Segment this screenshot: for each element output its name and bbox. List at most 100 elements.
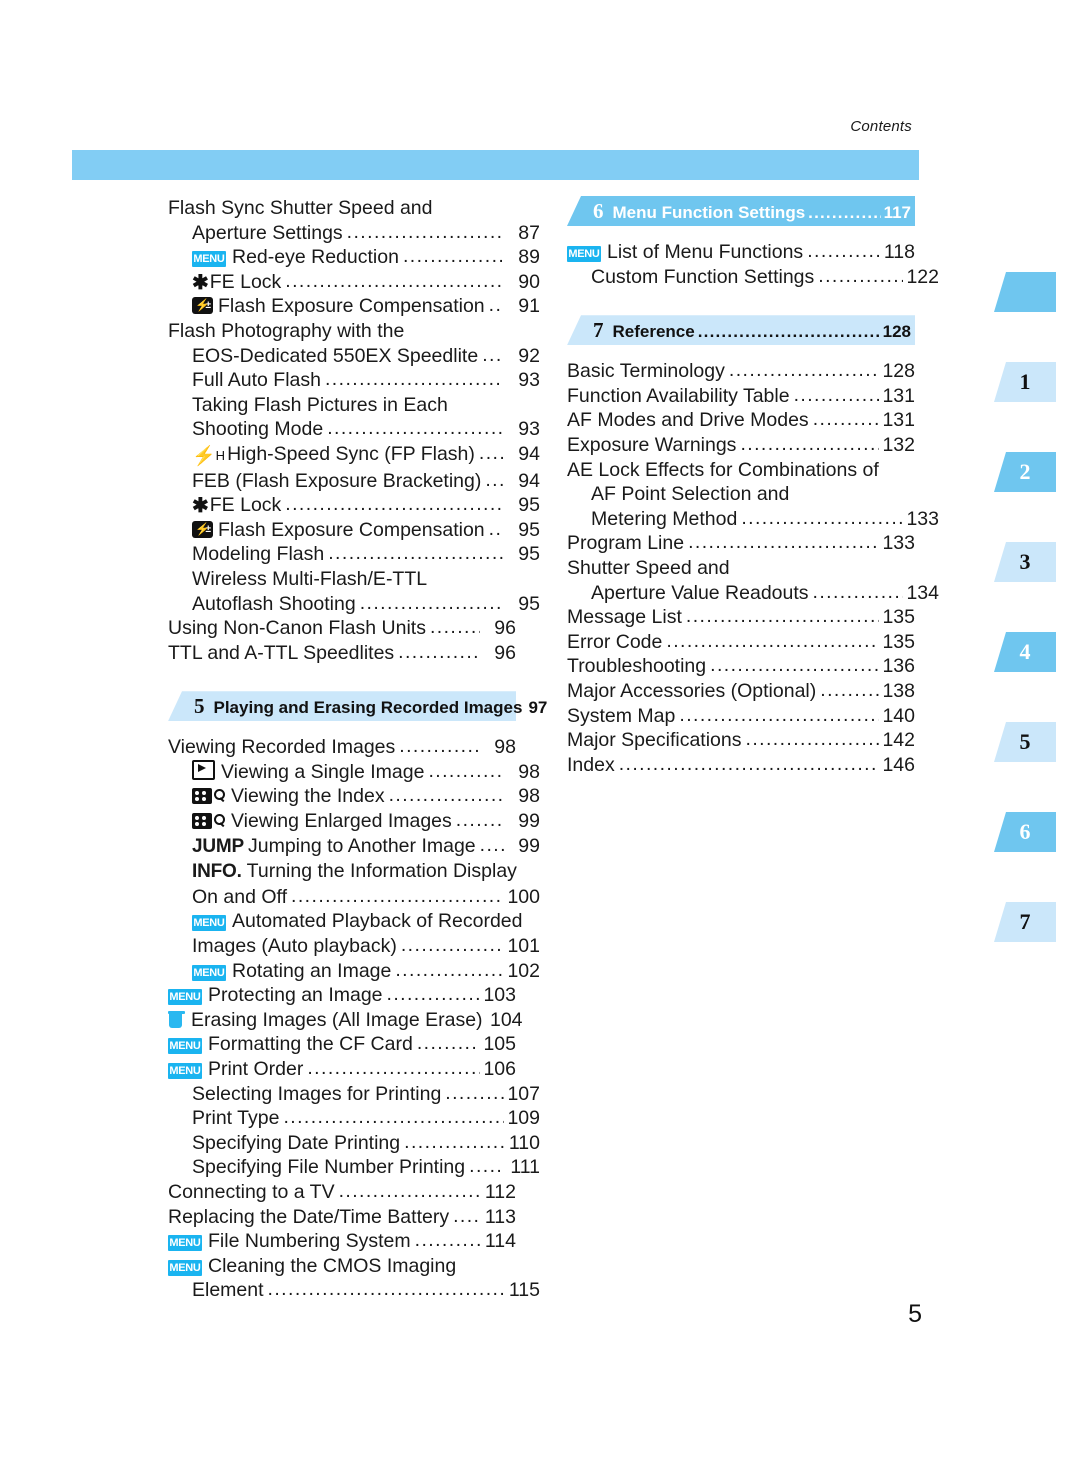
toc-entry[interactable]: Replacing the Date/Time Battery.........… <box>168 1205 516 1230</box>
thumb-tab-3[interactable]: 3 <box>994 542 1056 582</box>
toc-entry[interactable]: Selecting Images for Printing...........… <box>168 1082 540 1107</box>
menu-icon: MENU <box>567 246 601 262</box>
toc-entry[interactable]: MENU Formatting the CF Card..............… <box>168 1032 516 1057</box>
leader-dots: ........................................… <box>812 408 879 431</box>
toc-entry[interactable]: MENU Cleaning the CMOS Imaging <box>168 1254 516 1279</box>
toc-entry[interactable]: Program Line............................… <box>567 531 915 556</box>
toc-entry-label: MENU Automated Playback of Recorded <box>192 909 540 934</box>
toc-entry[interactable]: Modeling Flash..........................… <box>168 542 540 567</box>
toc-entry[interactable]: MENU Automated Playback of Recorded <box>168 909 540 934</box>
toc-entry[interactable]: Full Auto Flash.........................… <box>168 368 540 393</box>
toc-entry[interactable]: INFO. Turning the Information Display <box>168 859 540 885</box>
leader-dots: ........................................… <box>399 735 480 758</box>
thumb-tab-7[interactable]: 7 <box>994 902 1056 942</box>
leader-dots: ........................................… <box>478 441 504 464</box>
toc-entry[interactable]: Basic Terminology.......................… <box>567 359 915 384</box>
toc-entry[interactable]: Viewing Enlarged Images.................… <box>168 809 540 834</box>
toc-entry[interactable]: Connecting to a TV......................… <box>168 1180 516 1205</box>
toc-entry-text: Selecting Images for Printing <box>192 1082 442 1105</box>
toc-entry[interactable]: MENU Red-eye Reduction...................… <box>168 245 540 270</box>
toc-entry[interactable]: Message List............................… <box>567 605 915 630</box>
thumb-tab-top[interactable] <box>994 272 1056 312</box>
toc-entry[interactable]: JUMPJumping to Another Image............… <box>168 834 540 860</box>
toc-entry[interactable]: MENU Print Order.........................… <box>168 1057 516 1082</box>
toc-entry[interactable]: Using Non-Canon Flash Units.............… <box>168 616 516 641</box>
thumb-tab-5[interactable]: 5 <box>994 722 1056 762</box>
toc-entry[interactable]: Flash Sync Shutter Speed and <box>168 196 516 221</box>
toc-entry[interactable]: ✱FE Lock................................… <box>168 270 540 295</box>
thumb-tab-1[interactable]: 1 <box>994 362 1056 402</box>
toc-entry[interactable]: Taking Flash Pictures in Each <box>168 393 540 418</box>
toc-entry[interactable]: Flash Photography with the <box>168 319 516 344</box>
leader-dots: ........................................… <box>679 703 879 726</box>
toc-entry[interactable]: Viewing the Index.......................… <box>168 784 540 809</box>
thumb-tab-6[interactable]: 6 <box>994 812 1056 852</box>
toc-entry-text: EOS-Dedicated 550EX Speedlite <box>192 344 479 367</box>
toc-entry[interactable]: On and Off..............................… <box>168 885 540 910</box>
toc-entry[interactable]: AF Modes and Drive Modes................… <box>567 408 915 433</box>
toc-entry-page: 90 <box>518 270 540 293</box>
toc-entry[interactable]: AF Point Selection and <box>567 482 939 507</box>
menu-icon: MENU <box>168 1063 202 1079</box>
toc-entry[interactable]: Print Type..............................… <box>168 1106 540 1131</box>
toc-entry-text: Modeling Flash <box>192 543 325 566</box>
toc-entry-page: 135 <box>882 606 915 629</box>
toc-entry-page: 94 <box>518 469 540 492</box>
leader-dots: ........................................… <box>485 468 504 491</box>
toc-entry-text: List of Menu Functions <box>607 241 804 263</box>
toc-entry-page: 110 <box>508 1131 540 1154</box>
toc-entry[interactable]: Images (Auto playback)..................… <box>168 934 540 959</box>
toc-entry[interactable]: Shooting Mode...........................… <box>168 417 540 442</box>
toc-entry[interactable]: Troubleshooting.........................… <box>567 654 915 679</box>
leader-dots: ........................................… <box>328 542 504 565</box>
toc-entry[interactable]: Index...................................… <box>567 753 915 778</box>
toc-entry[interactable]: Viewing a Single Image..................… <box>168 759 540 785</box>
toc-entry[interactable]: System Map..............................… <box>567 704 915 729</box>
toc-entry[interactable]: Function Availability Table.............… <box>567 384 915 409</box>
toc-entry[interactable]: FEB (Flash Exposure Bracketing).........… <box>168 469 540 494</box>
thumb-tab-2[interactable]: 2 <box>994 452 1056 492</box>
leader-dots: ........................................… <box>453 1204 480 1227</box>
toc-entry[interactable]: Autoflash Shooting......................… <box>168 592 540 617</box>
toc-entry[interactable]: Major Specifications....................… <box>567 728 915 753</box>
toc-entry[interactable]: Aperture Settings.......................… <box>168 221 540 246</box>
toc-entry[interactable]: Specifying Date Printing................… <box>168 1131 540 1156</box>
toc-entry-page: 99 <box>518 810 540 833</box>
toc-entry[interactable]: ✱FE Lock................................… <box>168 493 540 518</box>
toc-entry[interactable]: MENU Protecting an Image.................… <box>168 983 516 1008</box>
leader-dots: ........................................… <box>445 1081 504 1104</box>
toc-entry-label: Erasing Images (All Image Erase) <box>168 1008 483 1033</box>
toc-entry-label: Images (Auto playback) <box>192 934 397 959</box>
toc-entry[interactable]: EOS-Dedicated 550EX Speedlite...........… <box>168 344 540 369</box>
toc-entry[interactable]: MENU Rotating an Image...................… <box>168 959 540 984</box>
toc-entry-page: 105 <box>483 1033 516 1056</box>
toc-entry[interactable]: Specifying File Number Printing.........… <box>168 1155 540 1180</box>
toc-entry[interactable]: Aperture Value Readouts.................… <box>567 581 939 606</box>
toc-entry[interactable]: Viewing Recorded Images.................… <box>168 735 516 760</box>
toc-entry[interactable]: Wireless Multi-Flash/E-TTL <box>168 567 540 592</box>
toc-entry[interactable]: Exposure Warnings.......................… <box>567 433 915 458</box>
toc-entry[interactable]: MENU List of Menu Functions..............… <box>567 240 915 265</box>
toc-entry[interactable]: ⚡HHigh-Speed Sync (FP Flash)............… <box>168 442 540 469</box>
section-header-7[interactable]: 7 Reference..............................… <box>567 315 915 346</box>
toc-entry[interactable]: TTL and A-TTL Speedlites................… <box>168 641 516 666</box>
toc-entry-text: Error Code <box>567 630 663 653</box>
toc-entry[interactable]: Element.................................… <box>168 1278 540 1303</box>
toc-entry[interactable]: ± Flash Exposure Compensation............… <box>168 294 540 319</box>
toc-entry[interactable]: ± Flash Exposure Compensation............… <box>168 518 540 543</box>
section-header-6[interactable]: 6 Menu Function Settings.................… <box>567 196 915 226</box>
toc-entry[interactable]: MENU File Numbering System...............… <box>168 1229 516 1254</box>
toc-entry[interactable]: AE Lock Effects for Combinations of <box>567 458 915 483</box>
section-header-5[interactable]: 5Playing and Erasing Recorded Images....… <box>168 691 547 722</box>
toc-entry-page: 111 <box>510 1156 540 1179</box>
toc-entry[interactable]: Erasing Images (All Image Erase)........… <box>168 1008 523 1033</box>
toc-entry[interactable]: Shutter Speed and <box>567 556 915 581</box>
leader-dots: ........................................… <box>741 506 903 529</box>
toc-entry[interactable]: Major Accessories (Optional)............… <box>567 679 915 704</box>
thumb-tab-4[interactable]: 4 <box>994 632 1056 672</box>
toc-entry[interactable]: Metering Method.........................… <box>567 507 939 532</box>
toc-entry-label: MENU Red-eye Reduction <box>192 245 399 270</box>
toc-entry[interactable]: Error Code..............................… <box>567 630 915 655</box>
toc-entry-label: Element <box>192 1278 264 1303</box>
toc-entry[interactable]: Custom Function Settings................… <box>567 265 939 290</box>
